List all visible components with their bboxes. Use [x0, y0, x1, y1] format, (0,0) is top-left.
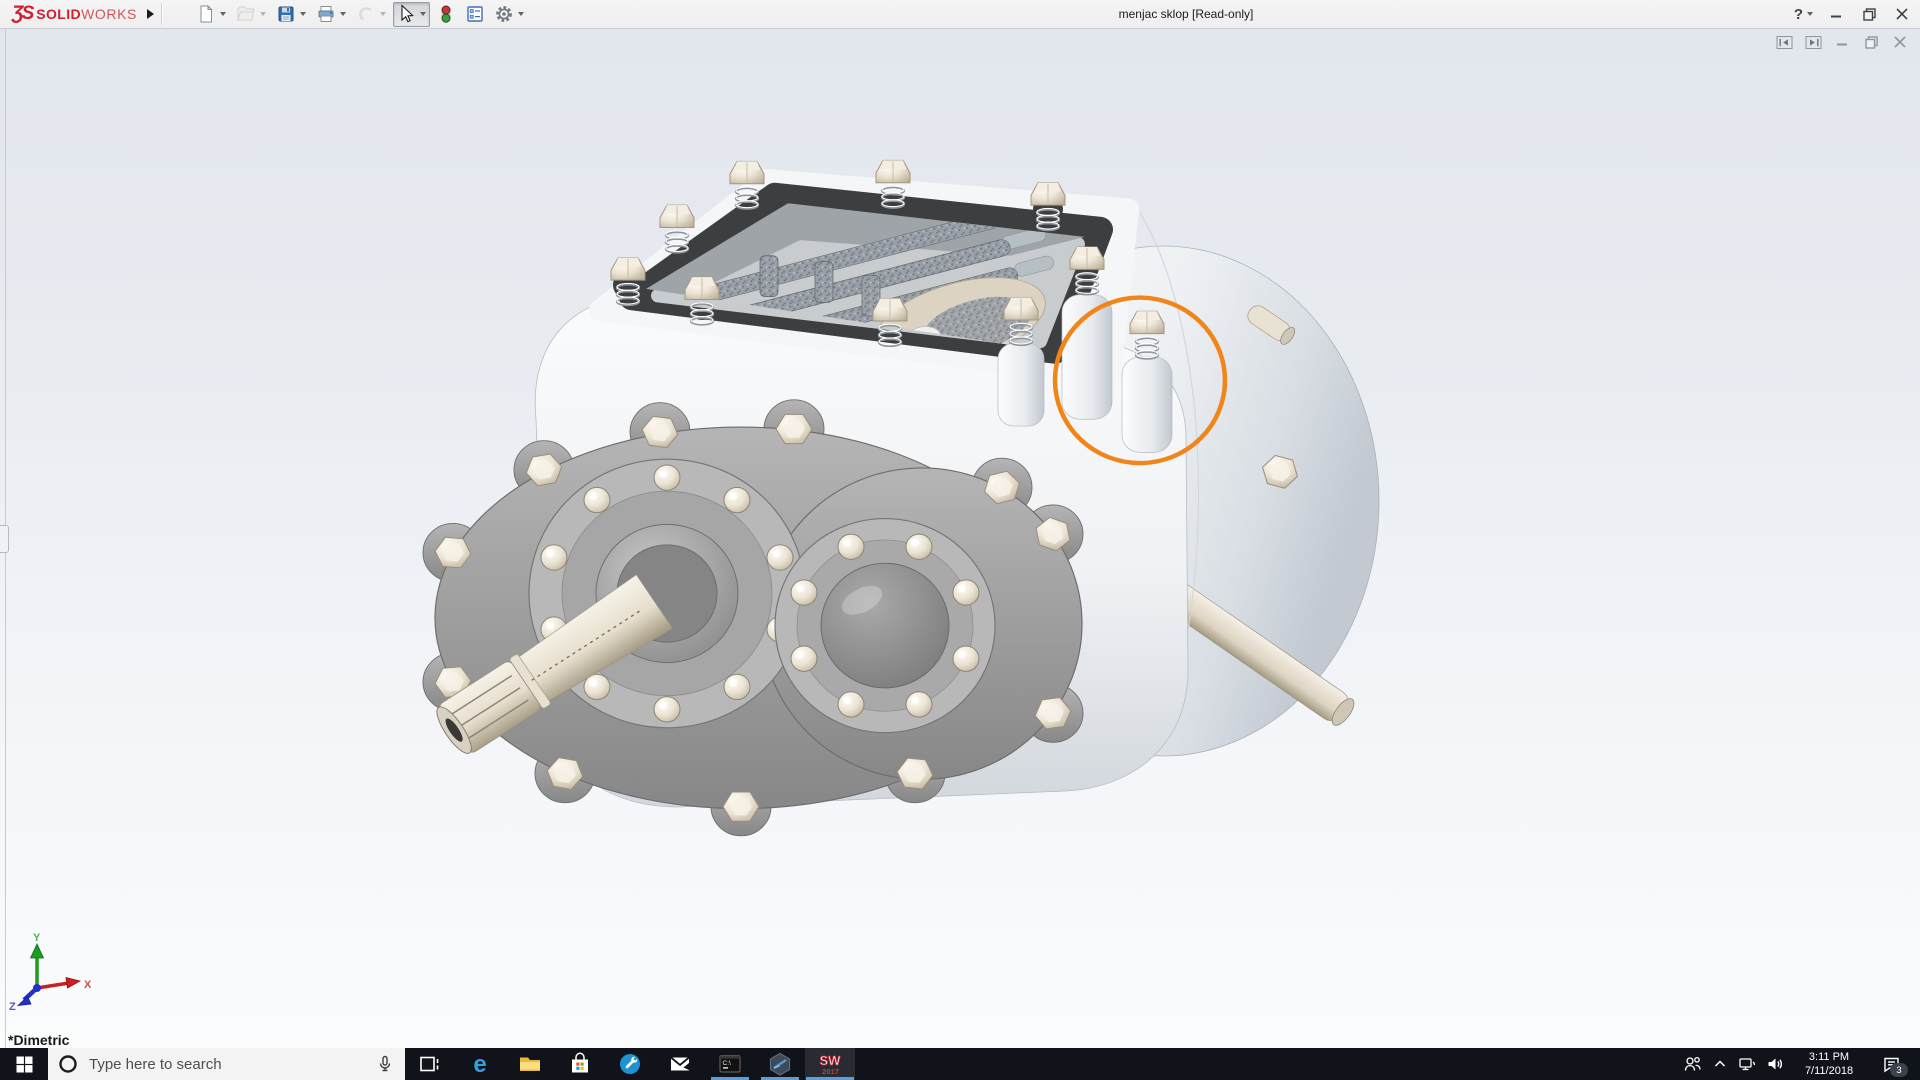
view-orientation-label: *Dimetric [8, 1032, 70, 1048]
taskbar-spacer [855, 1048, 1677, 1080]
graphics-viewport[interactable]: Y X Z *Dimetric [0, 28, 1920, 1048]
rebuild-traffic-light-button[interactable] [433, 2, 459, 27]
pane-previous-icon [1776, 35, 1792, 49]
child-close-button[interactable] [1890, 33, 1910, 51]
solidworks-logo-works: WORKS [81, 6, 137, 22]
people-button[interactable] [1677, 1048, 1707, 1080]
windows-logo-icon [16, 1056, 32, 1072]
solidworks-rx-taskbar-button[interactable] [755, 1048, 805, 1080]
close-icon [1896, 8, 1908, 20]
people-icon [1684, 1056, 1701, 1071]
main-toolbar [193, 1, 528, 27]
gearbox-assembly-model[interactable] [0, 28, 1920, 1048]
start-button[interactable] [0, 1048, 48, 1080]
action-center-button[interactable]: 3 [1869, 1048, 1913, 1080]
window-controls: ? [1794, 0, 1912, 28]
svg-text:C:\: C:\ [723, 1060, 732, 1067]
options-gear-button[interactable] [491, 2, 528, 27]
select-cursor-button[interactable] [392, 1, 430, 27]
undo-dropdown-caret-icon[interactable] [379, 12, 386, 16]
open-folder-button[interactable] [233, 2, 270, 27]
help-icon: ? [1793, 5, 1803, 23]
chevron-up-icon [1714, 1060, 1726, 1067]
get-help-taskbar-button[interactable] [605, 1048, 655, 1080]
solidworks-2017-taskbar-button[interactable]: SW 2017 [805, 1048, 855, 1080]
bolt-pillar [997, 343, 1045, 427]
window-title: menjac sklop [Read-only] [1118, 7, 1254, 21]
svg-text:2017: 2017 [822, 1067, 839, 1076]
command-prompt-taskbar-button[interactable]: C:\ [705, 1048, 755, 1080]
axis-label-x: X [84, 979, 92, 991]
toolbar-separator [160, 3, 162, 25]
save-button[interactable] [273, 2, 310, 27]
task-view-taskbar-button[interactable] [405, 1048, 455, 1080]
print-button[interactable] [313, 2, 350, 27]
open-folder-dropdown-caret-icon[interactable] [259, 12, 266, 16]
child-restore-icon [1864, 35, 1878, 49]
network-button[interactable] [1733, 1048, 1761, 1080]
solidworks-logo-glyph: ƷS [12, 3, 34, 24]
coordinate-triad: Y X Z [9, 932, 92, 1012]
undo-button[interactable] [353, 2, 390, 27]
bolt-pillar [1121, 356, 1173, 453]
axis-label-y: Y [33, 932, 41, 944]
edge-taskbar-button[interactable]: e [455, 1048, 505, 1080]
volume-icon [1768, 1058, 1783, 1070]
taskbar: eC:\SW2017 3:11 PM 7/11/20 [0, 1048, 1920, 1080]
help-caret-icon [1807, 12, 1813, 16]
pane-next-button[interactable] [1803, 33, 1823, 51]
clock-date: 7/11/2018 [1804, 1065, 1854, 1077]
report-table-button[interactable] [462, 2, 488, 27]
network-icon [1739, 1058, 1756, 1071]
gearbox-model [422, 159, 1380, 837]
child-restore-button[interactable] [1861, 33, 1881, 51]
titlebar: ƷS SOLID WORKS menjac sklop [Read-only] … [0, 0, 1920, 29]
help-button[interactable]: ? [1794, 6, 1813, 23]
mail-taskbar-button[interactable] [655, 1048, 705, 1080]
child-minimize-icon [1837, 43, 1847, 46]
print-dropdown-caret-icon[interactable] [339, 12, 346, 16]
cover-flange [774, 517, 996, 734]
solidworks-logo: ƷS SOLID WORKS [12, 3, 137, 25]
clock[interactable]: 3:11 PM 7/11/2018 [1789, 1048, 1869, 1080]
pane-previous-button[interactable] [1774, 33, 1794, 51]
solidworks-logo-solid: SOLID [36, 6, 82, 22]
new-document-button[interactable] [193, 2, 230, 27]
restore-icon [1862, 7, 1876, 21]
taskbar-search[interactable] [48, 1048, 405, 1080]
restore-button[interactable] [1859, 4, 1879, 24]
child-close-icon [1894, 36, 1906, 48]
save-dropdown-caret-icon[interactable] [299, 12, 306, 16]
document-window-controls [1774, 33, 1910, 51]
close-button[interactable] [1892, 4, 1912, 24]
notification-badge: 3 [1890, 1063, 1908, 1077]
svg-text:SW: SW [820, 1053, 842, 1068]
pane-next-icon [1805, 35, 1821, 49]
new-document-dropdown-caret-icon[interactable] [219, 12, 226, 16]
child-minimize-button[interactable] [1832, 33, 1852, 51]
svg-text:e: e [473, 1051, 486, 1077]
system-tray: 3:11 PM 7/11/2018 3 [1677, 1048, 1920, 1080]
cortana-icon [59, 1055, 77, 1073]
store-taskbar-button[interactable] [555, 1048, 605, 1080]
taskbar-apps: e C:\ SW 2017 [405, 1048, 855, 1080]
axis-label-z: Z [9, 1001, 16, 1012]
minimize-icon [1831, 15, 1841, 18]
microphone-icon[interactable] [375, 1054, 395, 1074]
volume-button[interactable] [1761, 1048, 1789, 1080]
options-gear-dropdown-caret-icon[interactable] [517, 12, 524, 16]
select-cursor-dropdown-caret-icon[interactable] [419, 12, 426, 16]
tray-overflow-button[interactable] [1707, 1048, 1733, 1080]
menu-flyout-arrow-icon[interactable] [146, 9, 154, 19]
search-input[interactable] [87, 1054, 366, 1074]
file-explorer-taskbar-button[interactable] [505, 1048, 555, 1080]
clock-time: 3:11 PM [1808, 1050, 1850, 1063]
minimize-button[interactable] [1826, 4, 1846, 24]
